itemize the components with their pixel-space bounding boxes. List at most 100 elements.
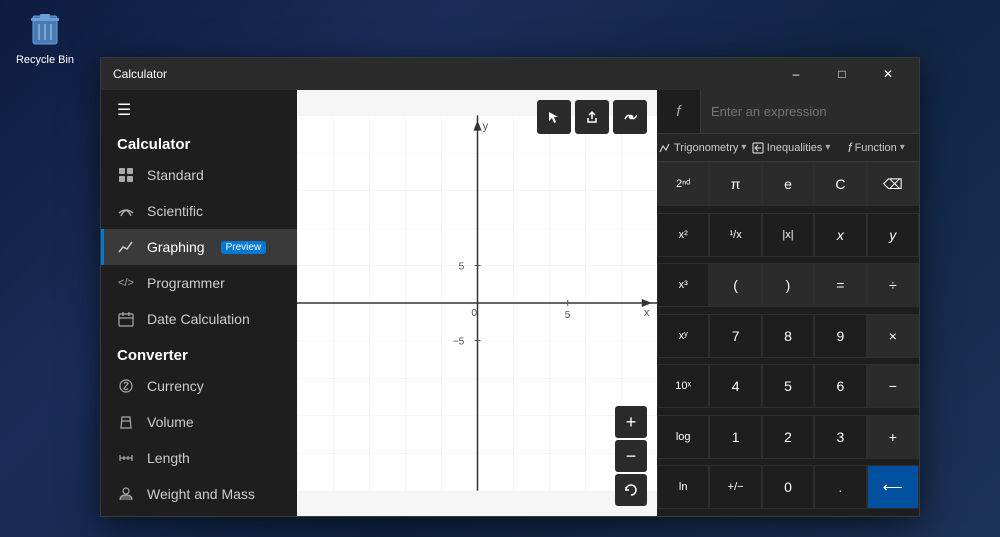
key-reciprocal[interactable]: ¹/x [709,213,761,257]
key-1[interactable]: 1 [709,415,761,459]
zoom-out-button[interactable]: − [615,440,647,472]
key-pi[interactable]: π [709,162,761,206]
date-label: Date Calculation [147,311,250,327]
svg-text:−5: −5 [453,337,465,348]
key-0[interactable]: 0 [762,465,814,509]
key-multiply[interactable]: × [867,314,919,358]
key-7[interactable]: 7 [709,314,761,358]
close-button[interactable]: ✕ [865,58,911,90]
key-x-squared[interactable]: x² [657,213,709,257]
key-x-cubed[interactable]: x³ [657,263,709,307]
trig-button[interactable]: Trigonometry ▾ [657,134,748,161]
inequalities-button[interactable]: Inequalities ▾ [748,134,833,161]
sidebar-item-currency[interactable]: Currency [101,368,297,404]
key-plus-minus[interactable]: +/− [709,465,761,509]
key-decimal[interactable]: . [814,465,866,509]
key-2[interactable]: 2 [762,415,814,459]
fx-label: f [657,90,701,134]
sidebar: ☰ Calculator Standard [101,90,297,516]
function-label: Function [855,142,897,154]
sidebar-item-graphing[interactable]: Graphing Preview [101,229,297,265]
window-title: Calculator [113,67,167,81]
svg-text:y: y [483,121,489,133]
zoom-controls: + − [615,406,647,506]
hamburger-button[interactable]: ☰ [105,92,145,128]
graphing-label: Graphing [147,239,205,255]
programmer-label: Programmer [147,275,225,291]
maximize-button[interactable]: □ [819,58,865,90]
recycle-bin-icon [25,10,65,50]
key-abs[interactable]: |x| [762,213,814,257]
key-y[interactable]: y [867,213,919,257]
key-clear[interactable]: C [814,162,866,206]
key-x[interactable]: x [814,213,866,257]
svg-text:5: 5 [565,310,571,321]
key-e[interactable]: e [762,162,814,206]
key-log[interactable]: log [657,415,709,459]
key-6[interactable]: 6 [814,364,866,408]
right-panel: f Trigonometry ▾ [657,90,919,516]
cursor-tool-button[interactable] [537,100,571,134]
sidebar-item-weight[interactable]: Weight and Mass [101,476,297,512]
svg-text:5: 5 [459,262,465,273]
key-10-power-x[interactable]: 10ˣ [657,364,709,408]
calc-body: ☰ Calculator Standard [101,90,919,516]
key-5[interactable]: 5 [762,364,814,408]
graph-svg: y x 5 −5 0 5 [297,90,657,516]
zoom-reset-button[interactable] [615,474,647,506]
key-2nd[interactable]: 2ⁿᵈ [657,162,709,206]
recycle-bin[interactable]: Recycle Bin [15,10,75,66]
length-label: Length [147,450,190,466]
trace-tool-button[interactable] [613,100,647,134]
key-x-power-y[interactable]: xʸ [657,314,709,358]
currency-icon [117,377,135,395]
standard-label: Standard [147,167,204,183]
recycle-bin-label: Recycle Bin [16,54,74,66]
currency-label: Currency [147,378,204,394]
sidebar-item-standard[interactable]: Standard [101,157,297,193]
key-4[interactable]: 4 [709,364,761,408]
weight-label: Weight and Mass [147,486,255,502]
key-ln[interactable]: ln [657,465,709,509]
calculator-section-label: Calculator [101,130,297,157]
key-open-paren[interactable]: ( [709,263,761,307]
key-equals[interactable]: = [814,263,866,307]
sidebar-item-scientific[interactable]: Scientific [101,193,297,229]
converter-section-label: Converter [101,341,297,368]
sidebar-item-programmer[interactable]: </> Programmer [101,265,297,301]
key-enter[interactable]: ⟵ [867,465,919,509]
calculator-window: Calculator – □ ✕ ☰ Calculator [100,57,920,517]
key-9[interactable]: 9 [814,314,866,358]
weight-icon [117,485,135,503]
fn-bar: Trigonometry ▾ Inequalities ▾ f [657,134,919,162]
key-add[interactable]: + [867,415,919,459]
title-bar-controls: – □ ✕ [773,58,911,90]
share-tool-button[interactable] [575,100,609,134]
date-icon [117,310,135,328]
scientific-icon [117,202,135,220]
graph-area: y x 5 −5 0 5 + − [297,90,657,516]
sidebar-item-about[interactable]: About [101,512,297,516]
key-divide[interactable]: ÷ [867,263,919,307]
volume-label: Volume [147,414,194,430]
expression-input[interactable] [701,90,919,133]
key-close-paren[interactable]: ) [762,263,814,307]
function-button[interactable]: f Function ▾ [834,134,919,161]
minimize-button[interactable]: – [773,58,819,90]
svg-text:0: 0 [471,308,477,319]
key-8[interactable]: 8 [762,314,814,358]
inequalities-label: Inequalities [767,142,823,154]
sidebar-item-length[interactable]: Length [101,440,297,476]
title-bar: Calculator – □ ✕ [101,58,919,90]
length-icon [117,449,135,467]
standard-icon [117,166,135,184]
key-subtract[interactable]: − [867,364,919,408]
zoom-in-button[interactable]: + [615,406,647,438]
sidebar-item-volume[interactable]: Volume [101,404,297,440]
key-backspace[interactable]: ⌫ [867,162,919,206]
trig-label: Trigonometry [674,142,738,154]
keypad: 2ⁿᵈ π e C ⌫ x² ¹/x |x| x y x³ ( ) = ÷ [657,162,919,516]
sidebar-item-date[interactable]: Date Calculation [101,301,297,337]
key-3[interactable]: 3 [814,415,866,459]
desktop: Recycle Bin Calculator – □ ✕ ☰ Calculato… [0,0,1000,537]
